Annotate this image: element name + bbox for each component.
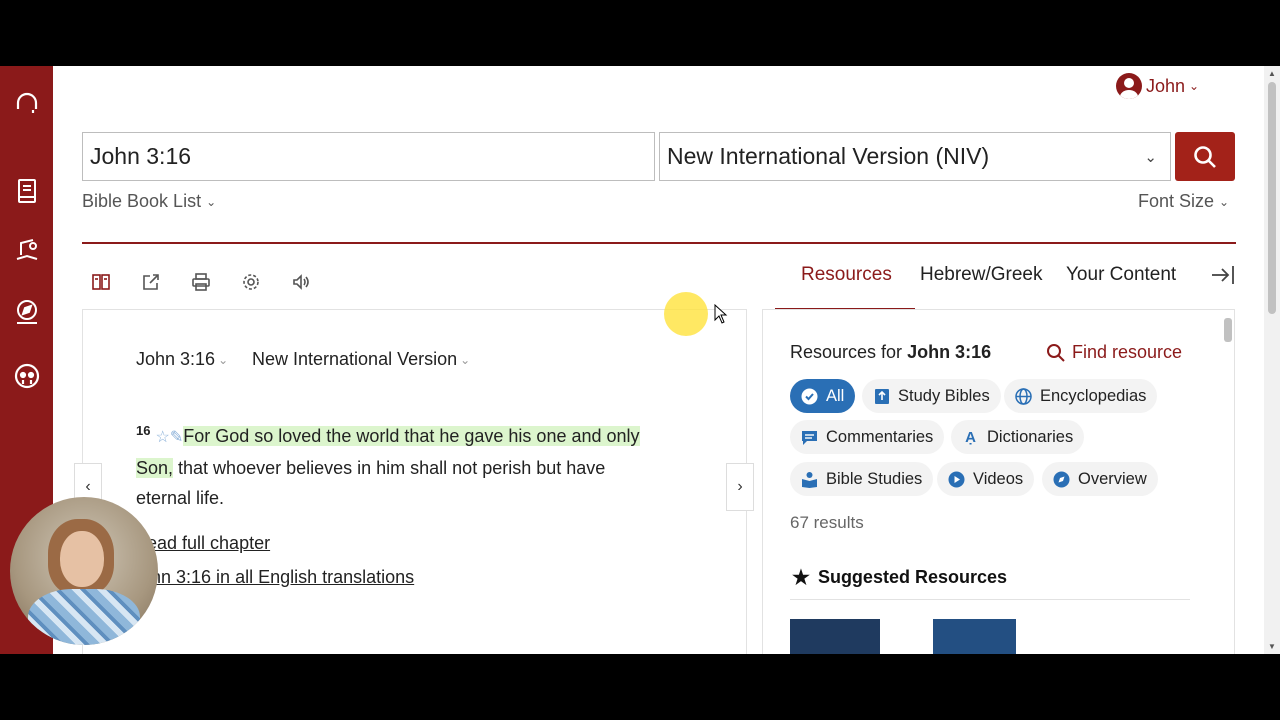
results-count: 67 results	[790, 513, 864, 532]
chevron-down-icon: ⌄	[1189, 79, 1200, 93]
verse-note-icon[interactable]: ✎	[170, 429, 183, 446]
star-icon: ★	[792, 567, 810, 589]
settings-icon[interactable]	[239, 270, 263, 294]
filter-videos-label: Videos	[973, 469, 1024, 488]
compass-icon	[1053, 471, 1070, 488]
search-icon	[1047, 343, 1065, 362]
suggested-divider	[790, 599, 1190, 600]
print-icon[interactable]	[189, 270, 213, 294]
filter-commentaries[interactable]: Commentaries	[790, 420, 945, 454]
verse-text: 16 ☆✎For God so loved the world that he …	[136, 416, 661, 513]
user-menu[interactable]: John ⌄	[1116, 73, 1199, 99]
chevron-down-icon: ⌄	[460, 352, 471, 367]
page-scrollbar[interactable]: ▲ ▼	[1264, 66, 1280, 654]
tab-hebrew-greek[interactable]: Hebrew/Greek	[920, 264, 1043, 286]
parallel-icon[interactable]	[89, 270, 113, 294]
reading-plan-icon[interactable]	[12, 235, 42, 265]
study-bible-icon	[873, 388, 890, 405]
app-viewport: John ⌄ John 3:16 New International Versi…	[0, 66, 1280, 654]
search-query-text: John 3:16	[90, 143, 192, 169]
filter-encyclopedias-label: Encyclopedias	[1040, 386, 1147, 405]
read-full-chapter-link[interactable]: ead full chapter	[147, 533, 270, 554]
community-icon[interactable]	[12, 361, 42, 391]
collapse-panel-icon[interactable]	[1210, 264, 1236, 291]
scroll-up-icon[interactable]: ▲	[1268, 69, 1276, 78]
bible-book-list-label: Bible Book List	[82, 191, 202, 211]
resources-title-prefix: Resources for	[790, 342, 903, 362]
passage-version: New International Version	[252, 349, 458, 369]
find-resource-label: Find resource	[1072, 342, 1183, 362]
all-translations-link[interactable]: hn 3:16 in all English translations	[151, 567, 414, 588]
filter-dictionaries[interactable]: Ạ Dictionaries	[951, 420, 1085, 454]
audio-icon[interactable]	[289, 270, 313, 294]
bible-study-icon	[801, 471, 818, 488]
book-icon[interactable]	[12, 176, 42, 206]
comment-icon	[801, 429, 818, 446]
font-size-label: Font Size	[1138, 191, 1215, 211]
tab-resources[interactable]: Resources	[801, 264, 892, 286]
suggested-resources-title: Suggested Resources	[817, 567, 1007, 587]
filter-bible-studies-label: Bible Studies	[826, 469, 923, 488]
verse-bookmark-icon[interactable]: ☆	[155, 429, 169, 446]
header-divider	[82, 242, 1236, 244]
compass-icon[interactable]	[12, 297, 42, 327]
verse-rest-text: that whoever believes in him shall not p…	[136, 458, 606, 508]
globe-icon	[1015, 387, 1032, 405]
avatar-icon	[1116, 73, 1142, 99]
chevron-right-icon: ›	[737, 478, 743, 495]
resource-book-cover[interactable]	[790, 619, 880, 654]
resources-title: Resources for John 3:16	[790, 342, 991, 363]
chevron-down-icon: ⌄	[1144, 148, 1157, 166]
tab-your-content[interactable]: Your Content	[1066, 264, 1176, 286]
user-name: John	[1146, 75, 1186, 96]
mouse-cursor-icon	[714, 304, 728, 324]
find-resource-link[interactable]: Find resource	[1046, 342, 1182, 363]
version-select-value: New International Version (NIV)	[667, 143, 990, 169]
filter-study-bibles[interactable]: Study Bibles	[862, 379, 1001, 413]
search-button[interactable]	[1175, 132, 1235, 181]
headphones-icon[interactable]	[12, 88, 42, 118]
passage-search-input[interactable]: John 3:16	[82, 132, 655, 181]
filter-overview[interactable]: Overview	[1042, 462, 1158, 496]
filter-commentaries-label: Commentaries	[826, 427, 934, 446]
chevron-down-icon: ⌄	[218, 352, 229, 367]
next-chapter-button[interactable]: ›	[726, 463, 754, 511]
verse-number: 16	[136, 423, 151, 438]
chevron-left-icon: ‹	[85, 478, 91, 495]
scrollbar-thumb[interactable]	[1268, 82, 1276, 314]
webcam-overlay	[10, 497, 158, 645]
resources-scrollbar[interactable]	[1224, 318, 1232, 342]
dictionary-icon: Ạ	[965, 428, 976, 446]
chevron-down-icon: ⌄	[206, 194, 217, 209]
resources-title-reference: John 3:16	[907, 342, 992, 362]
filter-overview-label: Overview	[1078, 469, 1147, 488]
filter-all[interactable]: All	[790, 379, 856, 413]
version-select[interactable]: New International Version (NIV) ⌄	[659, 132, 1171, 181]
filter-study-bibles-label: Study Bibles	[898, 386, 990, 405]
check-icon	[801, 388, 818, 405]
scroll-down-icon[interactable]: ▼	[1268, 642, 1276, 651]
chevron-down-icon: ⌄	[1219, 194, 1230, 209]
passage-reference-dropdown[interactable]: John 3:16 ⌄	[136, 349, 228, 370]
share-icon[interactable]	[139, 270, 163, 294]
search-icon	[1194, 145, 1216, 168]
filter-bible-studies[interactable]: Bible Studies	[790, 462, 934, 496]
resource-book-cover[interactable]	[933, 619, 1016, 654]
filter-videos[interactable]: Videos	[937, 462, 1035, 496]
passage-reference: John 3:16	[136, 349, 216, 369]
filter-encyclopedias[interactable]: Encyclopedias	[1004, 379, 1158, 413]
play-icon	[948, 471, 965, 488]
bible-book-list-dropdown[interactable]: Bible Book List ⌄	[82, 191, 216, 212]
filter-all-label: All	[826, 386, 845, 405]
suggested-resources-heading: ★ Suggested Resources	[792, 565, 1007, 590]
cursor-highlight	[664, 292, 708, 336]
filter-dictionaries-label: Dictionaries	[987, 427, 1074, 446]
font-size-dropdown[interactable]: Font Size ⌄	[1138, 191, 1229, 212]
passage-version-dropdown[interactable]: New International Version ⌄	[252, 349, 470, 370]
